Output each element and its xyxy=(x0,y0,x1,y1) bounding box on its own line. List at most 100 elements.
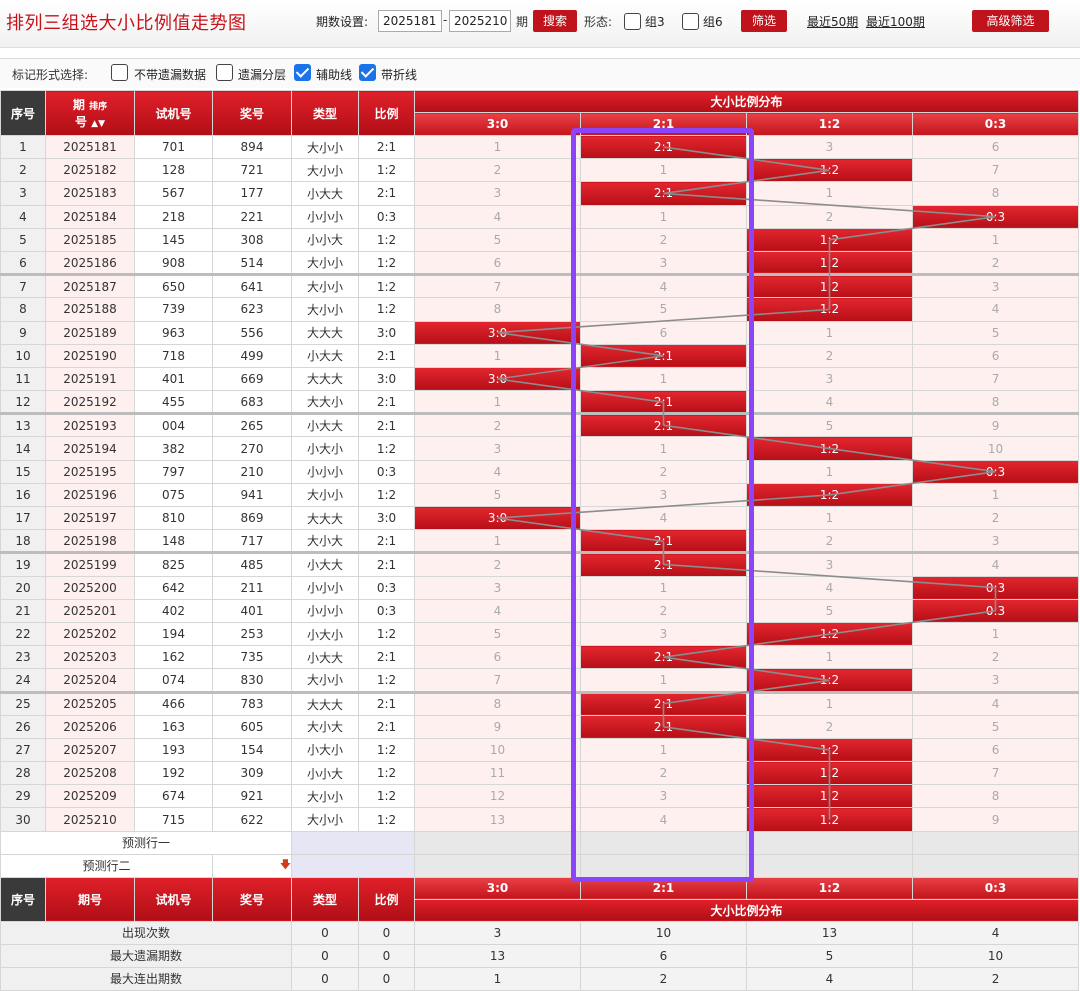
ratio-cell: 2:1 xyxy=(358,551,415,577)
predict-dist-cell[interactable] xyxy=(746,853,913,878)
type-cell: 小小大 xyxy=(291,227,359,252)
dist-miss-cell: 2 xyxy=(580,459,747,484)
predict-row-1: 预测行一 xyxy=(0,830,1080,855)
trial-cell: 825 xyxy=(134,551,213,577)
group6-label: 组6 xyxy=(703,15,723,29)
missing-layer-checkbox[interactable] xyxy=(216,64,233,81)
seq-cell: 3 xyxy=(0,181,46,206)
dist-hit-cell: 0:3 xyxy=(911,204,1080,229)
form-label: 形态: xyxy=(584,15,613,29)
no-missing-data-checkbox[interactable] xyxy=(111,64,128,81)
trial-cell: 810 xyxy=(134,505,213,531)
dist-miss-cell: 4 xyxy=(580,505,747,531)
type-cell: 小大大 xyxy=(291,645,359,670)
dist-miss-cell: 5 xyxy=(746,598,913,623)
ratio-cell: 2:1 xyxy=(358,390,415,415)
table-row: 28 2025208 192 309 小小大 1:2 11 2 1:2 7 xyxy=(0,761,1080,786)
prize-cell: 669 xyxy=(212,366,292,392)
dist-miss-cell: 3 xyxy=(414,575,581,600)
sort-label[interactable]: 排序 xyxy=(89,102,107,112)
search-button[interactable]: 搜索 xyxy=(533,10,577,32)
seq-cell: 28 xyxy=(0,761,46,786)
period-cell: 2025199 xyxy=(45,551,135,577)
type-cell: 大小小 xyxy=(291,250,359,276)
seq-cell: 24 xyxy=(0,668,46,693)
dist-miss-cell: 1 xyxy=(746,690,913,716)
dist-miss-cell: 1 xyxy=(414,529,581,554)
table-row: 2 2025182 128 721 大小小 1:2 2 1 1:2 7 xyxy=(0,158,1080,183)
seq-cell: 1 xyxy=(0,134,46,160)
predict-dist-cell[interactable] xyxy=(911,830,1080,855)
prize-cell: 270 xyxy=(212,436,292,461)
period-cell: 2025210 xyxy=(45,807,135,832)
table-row: 22 2025202 194 253 小大小 1:2 5 3 1:2 1 xyxy=(0,621,1080,647)
predict-dist-cell[interactable] xyxy=(580,830,747,855)
predict-dist-cell[interactable] xyxy=(580,853,747,878)
dist-hit-cell: 2:1 xyxy=(580,412,747,438)
footer-period-header: 期号 xyxy=(45,876,135,922)
group6-checkbox[interactable] xyxy=(682,13,699,30)
period-header[interactable]: 期 排序 号 ▲▼ xyxy=(45,90,135,136)
seq-cell: 4 xyxy=(0,204,46,229)
table-row: 19 2025199 825 485 小大大 2:1 2 2:1 3 4 xyxy=(0,551,1080,577)
predict-label: 预测行一 xyxy=(0,830,292,855)
dist-miss-cell: 7 xyxy=(414,273,581,299)
stats-label: 最大连出期数 xyxy=(0,966,292,991)
recent-50-link[interactable]: 最近50期 xyxy=(807,13,858,30)
dist-miss-cell: 8 xyxy=(414,690,581,716)
seq-cell: 11 xyxy=(0,366,46,392)
sort-arrows-icon[interactable]: ▲▼ xyxy=(91,119,105,129)
predict-dist-cell[interactable] xyxy=(911,853,1080,878)
type-cell: 大大大 xyxy=(291,505,359,531)
prize-cell: 309 xyxy=(212,761,292,786)
dist-miss-cell: 5 xyxy=(414,227,581,252)
period-cell: 2025181 xyxy=(45,134,135,160)
dist-miss-cell: 10 xyxy=(911,436,1080,461)
dist-hit-cell: 2:1 xyxy=(580,390,747,415)
table-row: 16 2025196 075 941 大小小 1:2 5 3 1:2 1 xyxy=(0,482,1080,508)
seq-cell: 10 xyxy=(0,343,46,368)
dist-miss-cell: 8 xyxy=(414,297,581,322)
predict-input-cell[interactable] xyxy=(291,830,415,855)
trial-cell: 193 xyxy=(134,737,213,763)
recent-100-link[interactable]: 最近100期 xyxy=(866,13,925,30)
dist-hit-cell: 1:2 xyxy=(746,807,913,832)
stats-label: 最大遗漏期数 xyxy=(0,943,292,968)
dist-miss-cell: 1 xyxy=(580,204,747,229)
period-cell: 2025202 xyxy=(45,621,135,647)
prize-cell: 735 xyxy=(212,645,292,670)
period-from-input[interactable]: 2025181 xyxy=(378,10,442,32)
period-cell: 2025182 xyxy=(45,158,135,183)
predict-dist-cell[interactable] xyxy=(414,853,581,878)
period-to-input[interactable]: 2025210 xyxy=(449,10,511,32)
stats-dist-value: 13 xyxy=(746,920,913,945)
predict-dist-cell[interactable] xyxy=(746,830,913,855)
predict-input-cell[interactable] xyxy=(291,853,415,878)
dist-miss-cell: 11 xyxy=(414,761,581,786)
trial-cell: 004 xyxy=(134,412,213,438)
table-row: 17 2025197 810 869 大大大 3:0 3:0 4 1 2 xyxy=(0,505,1080,531)
prize-cell: 721 xyxy=(212,158,292,183)
dist-miss-cell: 4 xyxy=(911,690,1080,716)
period-cell: 2025208 xyxy=(45,761,135,786)
down-arrow-icon[interactable]: 🡇 xyxy=(212,853,292,878)
filter-button[interactable]: 筛选 xyxy=(741,10,787,32)
dist-hit-cell: 2:1 xyxy=(580,529,747,554)
ratio-cell: 3:0 xyxy=(358,505,415,531)
dist-miss-cell: 4 xyxy=(414,204,581,229)
stats-type-value: 0 xyxy=(291,966,359,991)
dist-miss-cell: 1 xyxy=(911,227,1080,252)
table-row: 29 2025209 674 921 大小小 1:2 12 3 1:2 8 xyxy=(0,784,1080,809)
dist-miss-cell: 2 xyxy=(580,227,747,252)
period-unit-label: 期 xyxy=(516,15,529,29)
prize-cell: 683 xyxy=(212,390,292,415)
table-row: 7 2025187 650 641 大小小 1:2 7 4 1:2 3 xyxy=(0,273,1080,299)
ratio-cell: 2:1 xyxy=(358,529,415,554)
polyline-checkbox[interactable] xyxy=(359,64,376,81)
advanced-filter-button[interactable]: 高级筛选 xyxy=(972,10,1049,32)
predict-dist-cell[interactable] xyxy=(414,830,581,855)
seq-cell: 23 xyxy=(0,645,46,670)
aux-line-checkbox[interactable] xyxy=(294,64,311,81)
type-cell: 小大大 xyxy=(291,181,359,206)
group3-checkbox[interactable] xyxy=(624,13,641,30)
